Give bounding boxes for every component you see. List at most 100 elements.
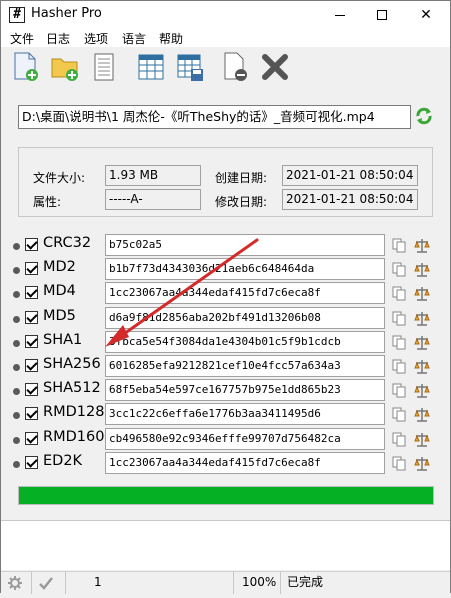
menu-language[interactable]: 语言 (122, 30, 146, 47)
status-dot-icon (13, 315, 20, 323)
clear-x-icon (262, 54, 288, 80)
save-table-icon (177, 54, 203, 81)
zoom-level: 100% (233, 572, 280, 594)
copy-icon[interactable] (392, 432, 406, 447)
copy-icon[interactable] (392, 238, 406, 253)
compare-icon[interactable] (414, 407, 430, 423)
hash-icon: # (9, 7, 25, 23)
hash-name: MD4 (43, 283, 76, 300)
copy-icon[interactable] (392, 407, 406, 422)
menu-help[interactable]: 帮助 (159, 30, 183, 47)
table-button[interactable] (136, 51, 166, 83)
hash-name: MD2 (43, 259, 76, 276)
status-dot-icon (13, 388, 20, 396)
copy-icon[interactable] (392, 262, 406, 277)
copy-icon[interactable] (392, 456, 406, 471)
status-dot-icon (13, 243, 20, 250)
hash-value-field[interactable]: 3cc1c22c6effa6e1776b3aa3411495d6 (105, 403, 385, 426)
menu-log[interactable]: 日志 (46, 30, 70, 47)
copy-icon[interactable] (392, 383, 406, 398)
checkmark-icon (39, 577, 53, 590)
hash-value-field[interactable]: cb496580e92c9346efffe99707d756482ca (105, 427, 385, 450)
document-button[interactable] (89, 51, 119, 83)
add-folder-button[interactable] (50, 51, 80, 83)
hash-name: SHA1 (43, 331, 83, 348)
compare-icon[interactable] (414, 286, 430, 302)
hash-row-rmd128: RMD128 3cc1c22c6effa6e1776b3aa3411495d6 (1, 403, 450, 427)
minimize-button[interactable] (319, 1, 361, 29)
compare-icon[interactable] (414, 311, 430, 326)
maximize-button[interactable] (361, 1, 403, 29)
hash-value-field[interactable]: 3fbca5e54f3084da1e4304b01c5f9b1cdcb (105, 330, 385, 353)
copy-icon[interactable] (392, 311, 406, 326)
hash-value-field[interactable]: 68f5eba54e597ce167757b975e1dd865b23 (105, 379, 385, 402)
attributes-label: 属性: (33, 195, 62, 209)
hash-value-field[interactable]: 6016285efa9212821cef10e4fcc57a634a3 (105, 355, 385, 377)
table-icon (138, 54, 164, 80)
hash-row-crc32: CRC32 b75c02a5 (1, 234, 450, 258)
hash-value-field[interactable]: b75c02a5 (105, 234, 385, 256)
hash-row-sha256: SHA256 6016285efa9212821cef10e4fcc57a634a… (1, 355, 450, 379)
copy-icon[interactable] (392, 335, 406, 350)
hash-row-ed2k: ED2K 1cc23067aa4a344edaf415fd7c6eca8f (1, 451, 450, 476)
hash-checkbox[interactable] (25, 383, 38, 397)
hash-row-rmd160: RMD160 cb496580e92c9346efffe99707d756482c… (1, 427, 450, 452)
add-file-icon (14, 52, 38, 81)
close-button[interactable]: ✕ (405, 1, 447, 29)
status-dot-icon (13, 364, 20, 371)
hash-value-field[interactable]: d6a9f81d2856aba202bf491d13206b08 (105, 306, 385, 329)
hash-checkbox[interactable] (25, 431, 38, 445)
compare-icon[interactable] (414, 432, 430, 447)
file-size-label: 文件大小: (33, 171, 86, 185)
status-dot-icon (13, 267, 20, 275)
hash-name: MD5 (43, 307, 76, 324)
gear-icon (8, 576, 22, 590)
modified-date-label: 修改日期: (215, 195, 268, 209)
hash-checkbox[interactable] (25, 455, 38, 469)
progress-bar (18, 486, 434, 505)
menu-file[interactable]: 文件 (10, 30, 34, 47)
created-date-label: 创建日期: (215, 171, 268, 185)
hash-value-field[interactable]: 1cc23067aa4a344edaf415fd7c6eca8f (105, 451, 385, 474)
add-file-button[interactable] (11, 51, 41, 83)
remove-button[interactable] (221, 51, 251, 83)
verify-cell[interactable] (31, 572, 65, 594)
clear-button[interactable] (260, 51, 290, 83)
hash-checkbox[interactable] (25, 407, 38, 421)
hash-checkbox[interactable] (25, 262, 38, 276)
hash-checkbox[interactable] (25, 310, 38, 324)
copy-icon[interactable] (392, 286, 406, 301)
file-size-value: 1.93 MB (105, 165, 201, 186)
compare-icon[interactable] (414, 335, 430, 350)
status-text: 已完成 (280, 572, 450, 594)
settings-cell[interactable] (1, 572, 31, 594)
compare-icon[interactable] (414, 456, 430, 471)
maximize-icon (377, 10, 387, 20)
file-path-field[interactable]: D:\桌面\说明书\1 周杰伦-《听TheShy的话》_音频可视化.mp4 (18, 105, 411, 129)
hash-value-field[interactable]: b1b7f73d4343036d21aeb6c648464da (105, 258, 385, 281)
compare-icon[interactable] (414, 359, 430, 374)
save-table-button[interactable] (175, 51, 205, 83)
hash-value-field[interactable]: 1cc23067aa4a344edaf415fd7c6eca8f (105, 282, 385, 305)
hash-checkbox[interactable] (25, 238, 38, 251)
compare-icon[interactable] (414, 238, 430, 253)
hash-checkbox[interactable] (25, 334, 38, 348)
window-title: Hasher Pro (31, 6, 102, 21)
attributes-value: -----A- (105, 189, 201, 210)
copy-icon[interactable] (392, 359, 406, 374)
refresh-button[interactable] (415, 107, 433, 125)
hash-row-md2: MD2 b1b7f73d4343036d21aeb6c648464da (1, 258, 450, 282)
hash-row-md5: MD5 d6a9f81d2856aba202bf491d13206b08 (1, 306, 450, 331)
compare-icon[interactable] (414, 383, 430, 398)
main-window: # Hasher Pro ✕ 文件 日志 选项 语言 帮助 D:\桌面\说明书\… (0, 0, 451, 594)
menu-options[interactable]: 选项 (84, 30, 108, 47)
modified-date-value: 2021-01-21 08:50:04 (282, 189, 418, 210)
progress-fill (19, 487, 433, 504)
hash-name: RMD128 (43, 404, 105, 421)
hash-row-md4: MD4 1cc23067aa4a344edaf415fd7c6eca8f (1, 282, 450, 306)
hash-checkbox[interactable] (25, 286, 38, 300)
hash-checkbox[interactable] (25, 359, 38, 372)
compare-icon[interactable] (414, 262, 430, 277)
title-bar[interactable]: # Hasher Pro ✕ (1, 1, 450, 29)
status-dot-icon (13, 436, 20, 444)
